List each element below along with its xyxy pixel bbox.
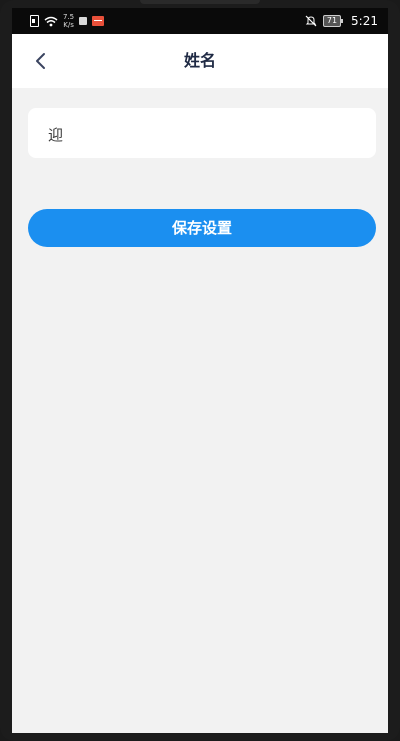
name-field-card <box>28 108 376 160</box>
network-speed-unit: K/s <box>63 21 74 29</box>
app-notification-icon <box>92 16 105 26</box>
page-title: 姓名 <box>183 51 216 70</box>
status-bar: 7.5 K/s 71 5:21 <box>12 8 388 34</box>
device-notch <box>140 0 260 4</box>
navigation-header: 姓名 <box>12 34 388 88</box>
sim-card-icon <box>30 15 39 27</box>
name-input[interactable] <box>46 108 360 160</box>
bell-muted-icon <box>305 15 317 27</box>
wifi-icon <box>44 16 58 26</box>
notification-square-icon <box>79 17 88 25</box>
network-speed: 7.5 K/s <box>63 13 74 29</box>
status-time: 5:21 <box>351 14 378 28</box>
screen: 7.5 K/s 71 5:21 姓名 迎 保存设置 <box>12 8 388 733</box>
status-bar-right: 71 5:21 <box>305 12 378 30</box>
device-frame: 7.5 K/s 71 5:21 姓名 迎 保存设置 <box>0 0 400 741</box>
network-speed-value: 7.5 <box>63 13 75 21</box>
status-bar-left: 7.5 K/s <box>30 12 105 30</box>
save-settings-button[interactable]: 保存设置 <box>28 209 376 247</box>
battery-indicator: 71 <box>322 15 344 27</box>
